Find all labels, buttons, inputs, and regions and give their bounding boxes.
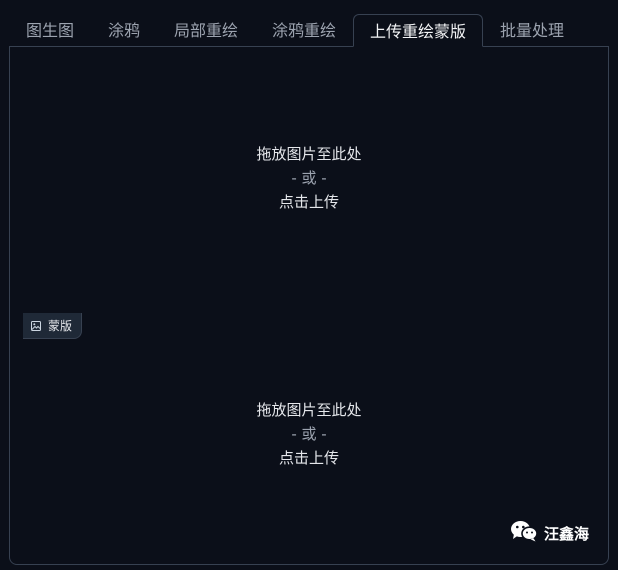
tab-inpaint[interactable]: 局部重绘 <box>162 14 250 47</box>
tab-batch[interactable]: 批量处理 <box>489 14 575 47</box>
drop-text: 拖放图片至此处 <box>256 401 362 419</box>
tab-img2img[interactable]: 图生图 <box>14 14 86 47</box>
watermark: 汪鑫海 <box>510 520 589 546</box>
wechat-icon <box>510 520 538 546</box>
tab-sketch[interactable]: 涂鸦 <box>96 14 152 47</box>
watermark-text: 汪鑫海 <box>543 524 589 543</box>
mask-upload-label: 蒙版 <box>23 313 82 339</box>
image-upload-dropzone[interactable]: 拖放图片至此处 - 或 - 点击上传 <box>10 142 608 214</box>
tab-bar: 图生图 涂鸦 局部重绘 涂鸦重绘 上传重绘蒙版 批量处理 <box>0 0 618 47</box>
mask-label-text: 蒙版 <box>48 319 73 333</box>
image-icon <box>31 320 41 331</box>
mask-upload-dropzone[interactable]: 拖放图片至此处 - 或 - 点击上传 <box>10 398 608 470</box>
or-separator: - 或 - <box>291 425 327 443</box>
click-upload-text: 点击上传 <box>278 449 339 467</box>
drop-text: 拖放图片至此处 <box>256 145 362 163</box>
tab-inpaint-sketch[interactable]: 涂鸦重绘 <box>260 14 348 47</box>
tab-panel: 拖放图片至此处 - 或 - 点击上传 蒙版 拖放图片至此处 - 或 - 点击上传 <box>9 46 609 565</box>
click-upload-text: 点击上传 <box>278 193 339 211</box>
or-separator: - 或 - <box>291 169 327 187</box>
tab-inpaint-upload[interactable]: 上传重绘蒙版 <box>353 14 483 47</box>
